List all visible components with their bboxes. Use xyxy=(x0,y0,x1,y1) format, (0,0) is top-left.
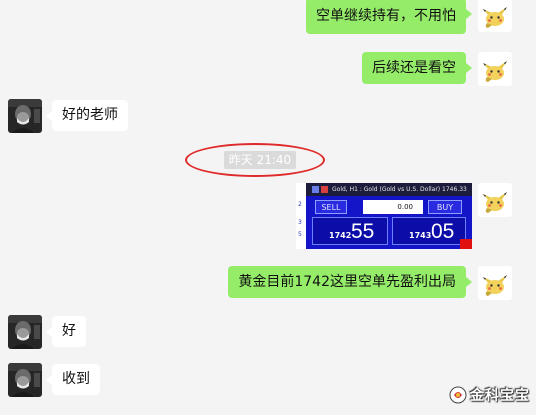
sell-price-big: 55 xyxy=(351,220,375,243)
watermark: 金科宝宝 xyxy=(449,384,530,406)
buy-button: BUY xyxy=(428,200,462,214)
trade-title: Gold, H1 : Gold (Gold vs U.S. Dollar) 17… xyxy=(332,186,467,193)
sell-button: SELL xyxy=(315,200,347,214)
side-number: 2 xyxy=(298,201,302,208)
cartoon-avatar-icon xyxy=(478,0,512,32)
photo-avatar xyxy=(8,315,42,349)
logo-icon xyxy=(449,386,467,404)
watermark-text: 金科宝宝 xyxy=(470,388,530,404)
side-number: 3 xyxy=(298,219,302,226)
cartoon-avatar-icon xyxy=(478,266,512,300)
message-bubble-other[interactable]: 收到 xyxy=(46,364,100,395)
photo-avatar xyxy=(8,363,42,397)
buy-price-big: 05 xyxy=(431,220,455,243)
trade-header: Gold, H1 : Gold (Gold vs U.S. Dollar) 17… xyxy=(306,183,472,196)
flag-icon xyxy=(321,186,328,193)
cartoon-avatar-icon xyxy=(478,52,512,86)
contact-avatar[interactable] xyxy=(8,99,42,133)
self-avatar[interactable] xyxy=(478,0,512,32)
buy-price-box: 1743 05 xyxy=(392,217,466,245)
cartoon-avatar-icon xyxy=(478,183,512,217)
buy-price-prefix: 1743 xyxy=(409,231,432,240)
side-strip: 2 3 5 xyxy=(296,183,306,249)
highlight-circle xyxy=(185,143,325,177)
contact-avatar[interactable] xyxy=(8,363,42,397)
message-bubble-other[interactable]: 好 xyxy=(46,316,86,347)
sell-price-box: 1742 55 xyxy=(312,217,388,245)
contact-avatar[interactable] xyxy=(8,315,42,349)
self-avatar[interactable] xyxy=(478,183,512,217)
self-avatar[interactable] xyxy=(478,266,512,300)
side-number: 5 xyxy=(298,231,302,238)
red-corner-mark xyxy=(460,239,472,249)
sell-price-prefix: 1742 xyxy=(329,231,352,240)
message-bubble-self[interactable]: 后续还是看空 xyxy=(362,52,472,84)
photo-avatar xyxy=(8,99,42,133)
lot-input: 0.00 xyxy=(363,200,423,214)
message-bubble-self[interactable]: 黄金目前1742这里空单先盈利出局 xyxy=(228,266,472,298)
chart-icon xyxy=(312,186,319,193)
message-bubble-other[interactable]: 好的老师 xyxy=(46,100,128,131)
message-bubble-self[interactable]: 空单继续持有，不用怕 xyxy=(306,0,472,34)
image-message[interactable]: 2 3 5 Gold, H1 : Gold (Gold vs U.S. Doll… xyxy=(296,183,472,249)
self-avatar[interactable] xyxy=(478,52,512,86)
